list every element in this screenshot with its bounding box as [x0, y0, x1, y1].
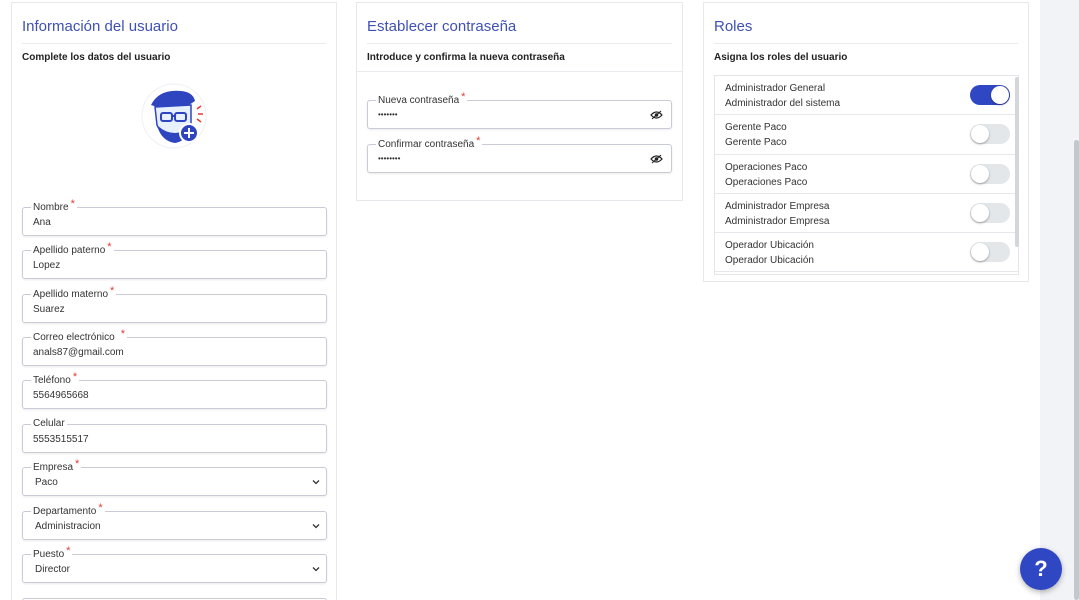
chevron-down-icon: [312, 567, 320, 572]
role-item-admin-empresa: Administrador Empresa Administrador Empr…: [715, 194, 1018, 234]
position-value: Director: [35, 564, 71, 575]
phone-field[interactable]: Teléfono * 5564965668: [22, 371, 327, 409]
email-value: anals87@gmail.com: [33, 347, 124, 358]
role-item-operador-ubicacion: Operador Ubicación Operador Ubicación: [715, 233, 1018, 273]
new-password-value: •••••••: [378, 110, 398, 119]
role-name: Gerente Paco: [725, 122, 787, 134]
company-label: Empresa *: [31, 458, 82, 473]
toggle-knob: [971, 243, 989, 262]
confirm-password-field[interactable]: Confirmar contraseña * ••••••••: [367, 135, 672, 173]
roles-card: Roles Asigna los roles del usuario Admin…: [703, 2, 1029, 282]
help-button[interactable]: ?: [1020, 548, 1062, 590]
role-name: Administrador Empresa: [725, 200, 830, 212]
confirm-password-value: ••••••••: [378, 154, 401, 163]
password-title: Establecer contraseña: [367, 18, 517, 35]
required-mark: *: [120, 328, 125, 340]
roles-list: Administrador General Administrador del …: [714, 75, 1019, 275]
name-value: Ana: [33, 217, 51, 228]
role-toggle[interactable]: [970, 242, 1010, 263]
position-label: Puesto *: [31, 545, 73, 560]
required-mark: *: [110, 285, 115, 297]
role-toggle[interactable]: [970, 163, 1010, 184]
name-label: Nombre *: [31, 198, 77, 213]
role-name: Operador Ubicación: [725, 240, 814, 252]
user-info-card: Información del usuario Complete los dat…: [11, 2, 337, 600]
mobile-label: Celular: [31, 418, 67, 429]
required-mark: *: [98, 502, 103, 514]
company-select[interactable]: Empresa * Paco: [22, 458, 327, 496]
role-description: Operaciones Paco: [725, 176, 808, 188]
maternal-surname-field[interactable]: Apellido materno * Suarez: [22, 285, 327, 323]
email-label: Correo electrónico *: [31, 328, 127, 343]
paternal-surname-value: Lopez: [33, 260, 61, 271]
department-value: Administracion: [35, 521, 101, 532]
new-password-label: Nueva contraseña *: [376, 91, 468, 106]
role-description: Gerente Paco: [725, 137, 787, 149]
role-item-operaciones-paco: Operaciones Paco Operaciones Paco: [715, 155, 1018, 194]
name-field[interactable]: Nombre * Ana: [22, 198, 327, 236]
phone-label: Teléfono *: [31, 371, 80, 386]
role-description: Administrador Empresa: [725, 215, 830, 227]
required-mark: *: [75, 458, 80, 470]
user-info-title: Información del usuario: [22, 18, 178, 35]
required-mark: *: [476, 135, 481, 147]
phone-value: 5564965668: [33, 390, 89, 401]
role-description: Administrador del sistema: [725, 98, 841, 109]
eye-icon[interactable]: [650, 110, 663, 120]
user-info-subtitle: Complete los datos del usuario: [22, 52, 171, 63]
toggle-knob: [971, 125, 989, 144]
roles-scrollbar[interactable]: [1015, 77, 1019, 247]
role-name: Administrador General: [725, 83, 826, 94]
maternal-surname-label: Apellido materno *: [31, 285, 117, 300]
eye-icon[interactable]: [650, 154, 663, 164]
department-label: Departamento *: [31, 502, 105, 517]
company-value: Paco: [35, 477, 58, 488]
role-item-admin-general: Administrador General Administrador del …: [715, 76, 1018, 116]
role-toggle[interactable]: [970, 202, 1010, 223]
email-field[interactable]: Correo electrónico * anals87@gmail.com: [22, 328, 327, 366]
mobile-value: 5553515517: [33, 434, 89, 445]
password-card: Establecer contraseña Introduce y confir…: [356, 2, 683, 201]
password-subtitle: Introduce y confirma la nueva contraseña: [367, 52, 565, 63]
required-mark: *: [70, 198, 75, 210]
help-icon: ?: [1034, 556, 1048, 581]
user-avatar-icon[interactable]: [141, 83, 207, 149]
role-description: Operador Ubicación: [725, 255, 814, 267]
role-toggle[interactable]: [970, 85, 1010, 105]
new-password-field[interactable]: Nueva contraseña * •••••••: [367, 91, 672, 129]
divider: [357, 71, 682, 72]
role-item-gerente-paco: Gerente Paco Gerente Paco: [715, 115, 1018, 155]
paternal-surname-field[interactable]: Apellido paterno * Lopez: [22, 241, 327, 279]
page: Información del usuario Complete los dat…: [0, 0, 1079, 600]
role-toggle[interactable]: [970, 124, 1010, 145]
required-mark: *: [107, 241, 112, 253]
paternal-surname-label: Apellido paterno *: [31, 241, 114, 256]
toggle-knob: [971, 203, 989, 222]
required-mark: *: [461, 91, 466, 103]
role-name: Operaciones Paco: [725, 161, 808, 173]
mobile-field[interactable]: Celular 5553515517: [22, 418, 327, 453]
roles-subtitle: Asigna los roles del usuario: [714, 52, 848, 63]
position-select[interactable]: Puesto * Director: [22, 545, 327, 583]
toggle-knob: [991, 86, 1009, 104]
toggle-knob: [971, 164, 989, 183]
chevron-down-icon: [312, 524, 320, 529]
maternal-surname-value: Suarez: [33, 304, 65, 315]
page-scrollbar-thumb[interactable]: [1074, 140, 1079, 600]
confirm-password-label: Confirmar contraseña *: [376, 135, 483, 150]
required-mark: *: [66, 545, 71, 557]
chevron-down-icon: [312, 480, 320, 485]
required-mark: *: [72, 371, 78, 383]
roles-title: Roles: [714, 18, 753, 35]
department-select[interactable]: Departamento * Administracion: [22, 502, 327, 540]
